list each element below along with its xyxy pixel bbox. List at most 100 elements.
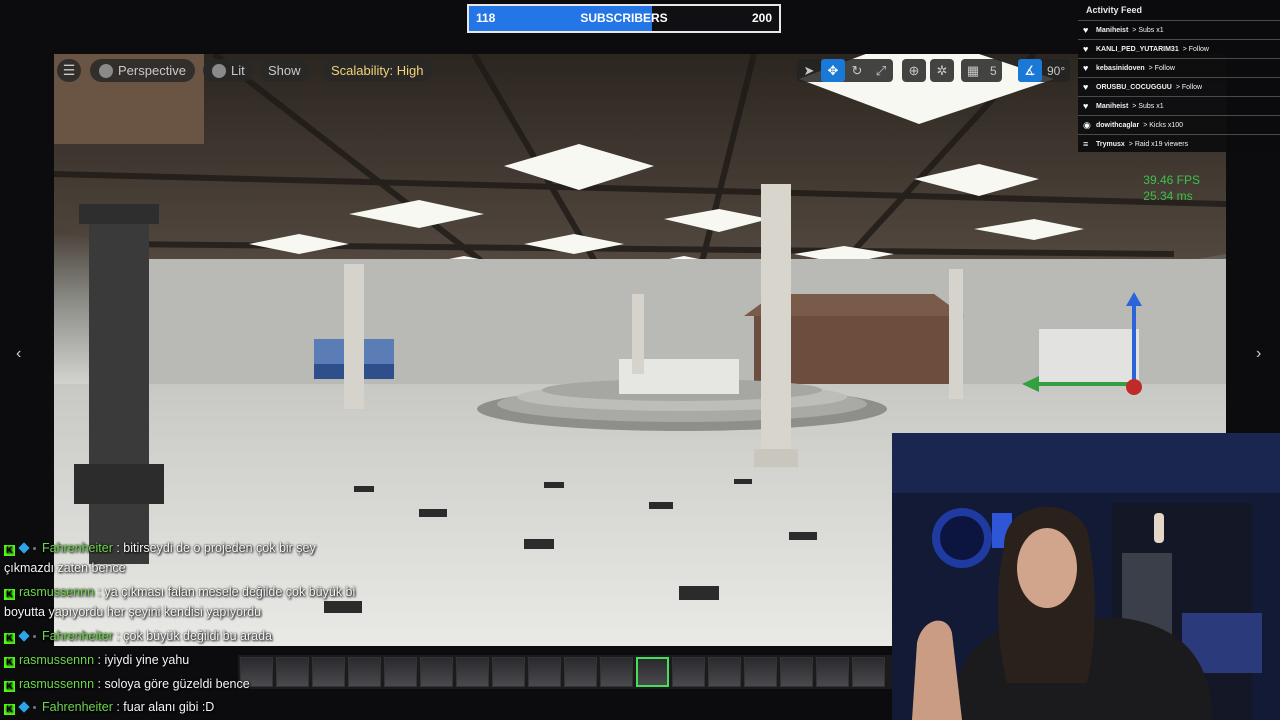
chat-username: rasmussennn — [19, 653, 95, 667]
lit-button[interactable]: Lit — [203, 59, 254, 82]
heart-icon: ♥ — [1083, 25, 1089, 35]
asset-thumbnail[interactable] — [492, 657, 525, 687]
nav-right-arrow-icon[interactable]: › — [1256, 345, 1261, 363]
grid-size-value[interactable]: 5 — [985, 64, 1002, 78]
transform-tools: ➤ ✥ ↻ ⤢ — [797, 59, 893, 82]
asset-thumbnail[interactable] — [816, 657, 849, 687]
chat-username: rasmussennn — [19, 585, 95, 599]
kick-icon: ◉ — [1083, 120, 1091, 130]
translate-tool-icon[interactable]: ✥ — [821, 59, 845, 82]
asset-thumbnail[interactable] — [456, 657, 489, 687]
chat-text: : ya çıkması falan mesele değilde çok bü… — [94, 585, 356, 599]
lit-label: Lit — [231, 63, 245, 78]
world-space-icon[interactable]: ⊕ — [902, 59, 926, 82]
chat-message: K Fahrenheiter : çok büyük değildi bu ara… — [4, 626, 272, 646]
rotation-snap-value[interactable]: 90° — [1042, 64, 1070, 78]
chat-text: : fuar alanı gibi :D — [112, 700, 215, 714]
grid-snap-tools: ▦ 5 — [961, 59, 1002, 82]
kick-badge-icon: K — [4, 633, 15, 644]
coordinate-tools: ⊕ — [902, 59, 926, 82]
feed-item: ♥ ORUSBU_COCUGGUU > Follow — [1078, 77, 1280, 96]
raid-icon: ≡ — [1083, 139, 1089, 149]
webcam-image — [892, 433, 1280, 720]
heart-icon: ♥ — [1083, 63, 1089, 73]
kick-badge-icon: K — [4, 589, 15, 600]
asset-thumbnail-selected[interactable] — [636, 657, 669, 687]
perspective-button[interactable]: Perspective — [90, 59, 195, 82]
sub-badge-icon — [18, 542, 30, 554]
asset-thumbnail[interactable] — [672, 657, 705, 687]
chat-message: Krasmussennn : ya çıkması falan mesele d… — [4, 582, 355, 602]
feed-item: ♥ Maniheist > Subs x1 — [1078, 20, 1280, 39]
dot-badge-icon — [33, 635, 36, 638]
chat-message-continuation: boyutta yapıyordu her şeyini kendisi yap… — [4, 605, 262, 619]
asset-thumbnail[interactable] — [780, 657, 813, 687]
asset-thumbnail[interactable] — [348, 657, 381, 687]
cube-icon — [99, 63, 113, 78]
asset-thumbnail[interactable] — [276, 657, 309, 687]
dot-badge-icon — [33, 706, 36, 709]
chat-text: : çok büyük değildi bu arada — [112, 629, 273, 643]
surface-snap-tools: ✲ — [930, 59, 954, 82]
frame-ms-value: 25.34 ms — [1143, 189, 1193, 203]
surface-snap-icon[interactable]: ✲ — [930, 59, 954, 82]
asset-thumbnail[interactable] — [744, 657, 777, 687]
subscriber-goal-count: 200 — [751, 11, 772, 25]
viewport-menu-button[interactable]: ☰ — [57, 59, 81, 82]
hamburger-icon: ☰ — [62, 62, 76, 78]
chat-username: Fahrenheiter — [42, 700, 113, 714]
asset-thumbnail[interactable] — [420, 657, 453, 687]
perspective-label: Perspective — [118, 63, 186, 78]
stream-screen: 118 SUBSCRIBERS 200 ☰ Perspective Lit Sh… — [0, 0, 1280, 720]
asset-thumbnail[interactable] — [600, 657, 633, 687]
asset-thumbnail[interactable] — [708, 657, 741, 687]
kick-badge-icon: K — [4, 657, 15, 668]
chat-message: K Fahrenheiter : bitirseydi de o projeden… — [4, 538, 316, 558]
kick-badge-icon: K — [4, 704, 15, 715]
rotate-tool-icon[interactable]: ↻ — [845, 59, 869, 82]
sub-badge-icon — [18, 630, 30, 642]
webcam-feed — [892, 433, 1280, 720]
sphere-icon — [212, 63, 226, 78]
chat-message-continuation: çıkmazdı zaten bence — [4, 561, 126, 575]
feed-item: ♥ KANLI_PED_YUTARIM31 > Follow — [1078, 39, 1280, 58]
chat-username: Fahrenheiter — [42, 629, 113, 643]
select-tool-icon[interactable]: ➤ — [797, 59, 821, 82]
nav-left-arrow-icon[interactable]: ‹ — [16, 345, 21, 363]
heart-icon: ♥ — [1083, 82, 1089, 92]
fps-value: 39.46 FPS — [1143, 173, 1200, 187]
scale-tool-icon[interactable]: ⤢ — [869, 59, 893, 82]
chat-username: rasmussennn — [19, 677, 95, 691]
asset-thumbnail[interactable] — [312, 657, 345, 687]
subscriber-goal-bar: 118 SUBSCRIBERS 200 — [467, 4, 781, 33]
asset-thumbnail[interactable] — [564, 657, 597, 687]
chat-message: Krasmussennn : soloya göre güzeldi bence — [4, 674, 250, 694]
chat-message: K Fahrenheiter : fuar alanı gibi :D — [4, 697, 214, 717]
chat-message: Krasmussennn : iyiydi yine yahu — [4, 650, 189, 670]
asset-thumbnail[interactable] — [852, 657, 885, 687]
feed-item: ◉ dowithcaglar > Kicks x100 — [1078, 115, 1280, 134]
feed-item: ♥ kebasinidoven > Follow — [1078, 58, 1280, 77]
fps-readout: 39.46 FPS 25.34 ms — [1143, 172, 1200, 204]
activity-feed-title: Activity Feed — [1086, 5, 1143, 15]
asset-thumbnail[interactable] — [384, 657, 417, 687]
heart-icon: ♥ — [1083, 44, 1089, 54]
chat-text: : bitirseydi de o projeden çok bir şey — [112, 541, 316, 555]
grid-snap-icon[interactable]: ▦ — [961, 59, 985, 82]
scalability-button[interactable]: Scalability: High — [322, 59, 433, 82]
activity-feed: Activity Feed ♥ Maniheist > Subs x1 ♥ KANL… — [1078, 0, 1280, 152]
sub-badge-icon — [18, 701, 30, 713]
chat-username: Fahrenheiter — [42, 541, 113, 555]
rotation-snap-icon[interactable]: ∡ — [1018, 59, 1042, 82]
chat-text: : iyiydi yine yahu — [94, 653, 190, 667]
feed-item: ≡ Trymusx > Raid x19 viewers — [1078, 134, 1280, 153]
show-button[interactable]: Show — [259, 59, 310, 82]
asset-thumbnail[interactable] — [528, 657, 561, 687]
dot-badge-icon — [33, 547, 36, 550]
show-label: Show — [268, 63, 301, 78]
chat-text: : soloya göre güzeldi bence — [94, 677, 250, 691]
kick-badge-icon: K — [4, 681, 15, 692]
feed-item: ♥ Maniheist > Subs x1 — [1078, 96, 1280, 115]
scalability-label: Scalability: High — [331, 63, 424, 78]
heart-icon: ♥ — [1083, 101, 1089, 111]
